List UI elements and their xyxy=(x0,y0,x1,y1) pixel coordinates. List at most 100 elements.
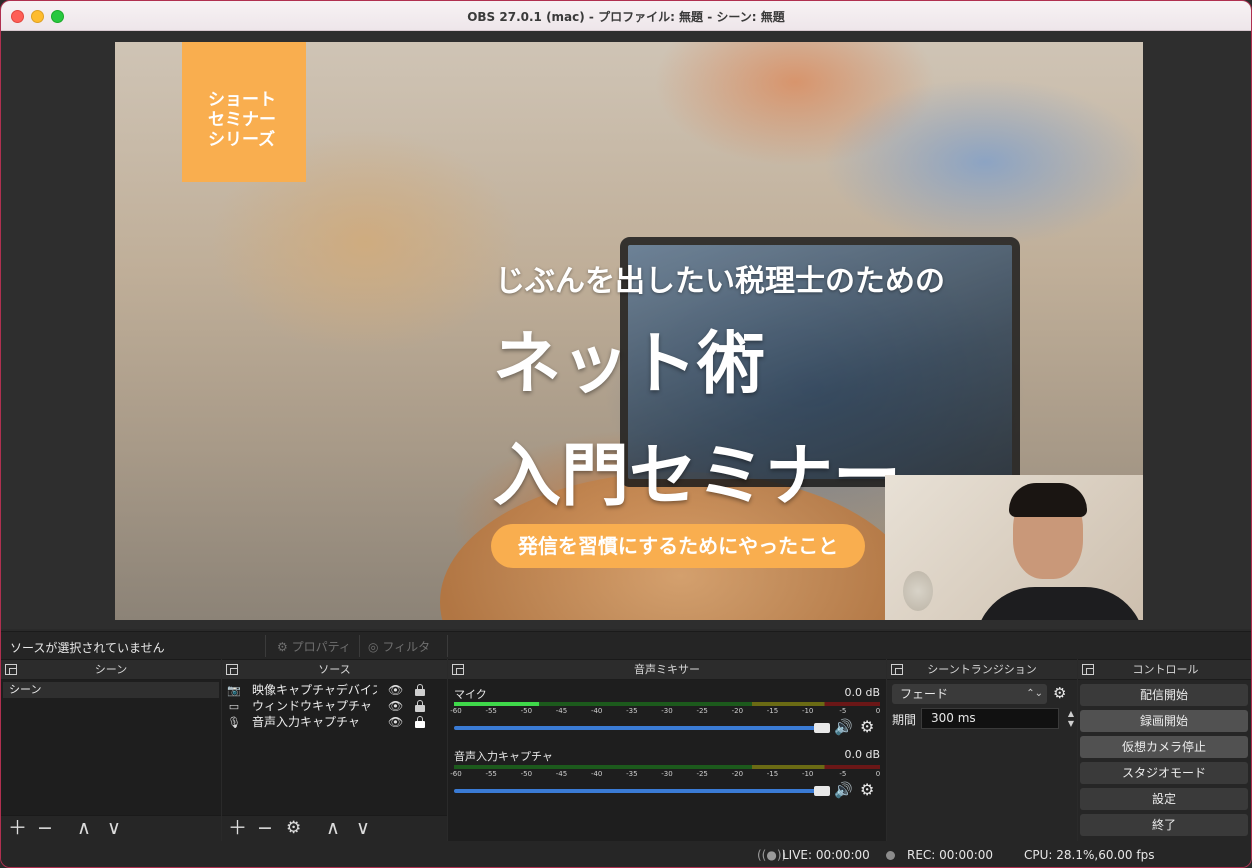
channel-gear-icon[interactable]: ⚙ xyxy=(860,780,874,799)
stop-virtual-camera-button[interactable]: 仮想カメラ停止 xyxy=(1080,736,1248,758)
move-scene-up-button[interactable]: ∧ xyxy=(77,818,91,838)
scenes-list[interactable]: シーン xyxy=(1,680,221,815)
sources-dock: ソース 📷 映像キャプチャデバイス 👁 ▭ ウィンドウキャプチャ 👁 🎙 音声入… xyxy=(222,659,447,841)
meter-tick-label: -60 xyxy=(450,707,462,715)
meter-tick-label: -30 xyxy=(661,707,673,715)
preview-area[interactable]: ショート セミナー シリーズ じぶんを出したい税理士のための ネット術 入門セミ… xyxy=(1,31,1251,629)
add-scene-button[interactable]: ＋ xyxy=(8,818,27,838)
person-shoulders xyxy=(975,587,1143,620)
undock-icon[interactable] xyxy=(1082,664,1094,675)
meter-tick-label: -40 xyxy=(590,770,603,778)
spin-arrows-icon[interactable]: ▲ ▼ xyxy=(1068,709,1074,729)
meter-level xyxy=(454,702,540,706)
start-streaming-button[interactable]: 配信開始 xyxy=(1080,684,1248,706)
filters-button[interactable]: ◎ フィルタ xyxy=(368,638,430,655)
scenes-header: シーン xyxy=(1,660,221,680)
person-hair xyxy=(1009,483,1087,517)
volume-slider-knob[interactable] xyxy=(814,786,830,796)
start-recording-button[interactable]: 録画開始 xyxy=(1080,710,1248,732)
volume-slider-knob[interactable] xyxy=(814,723,830,733)
speaker-icon[interactable]: 🔊 xyxy=(834,781,853,799)
move-source-up-button[interactable]: ∧ xyxy=(326,818,340,838)
slide-title-line1: ネット術 xyxy=(493,325,766,404)
source-name: ウィンドウキャプチャ xyxy=(252,699,372,713)
meter-tick-label: -5 xyxy=(839,770,847,778)
channel-gear-icon[interactable]: ⚙ xyxy=(860,717,874,736)
camera-icon: 📷 xyxy=(227,684,241,697)
meter-tick-label: -40 xyxy=(590,707,603,715)
channel-db: 0.0 dB xyxy=(844,748,880,761)
webcam-overlay xyxy=(885,475,1143,620)
gear-icon: ⚙ xyxy=(277,640,288,654)
transitions-header: シーントランジション xyxy=(887,660,1077,680)
undock-icon[interactable] xyxy=(226,664,238,675)
meter-tick-label: -15 xyxy=(766,770,779,778)
properties-label: プロパティ xyxy=(291,640,351,654)
meter-tick-label: -15 xyxy=(766,707,779,715)
lock-icon[interactable] xyxy=(415,716,425,728)
lock-icon[interactable] xyxy=(415,684,425,696)
status-bar: ((●)) LIVE: 00:00:00 REC: 00:00:00 CPU: … xyxy=(1,841,1251,867)
transition-selected: フェード xyxy=(900,687,949,701)
transitions-body: フェード ⌃⌄ ⚙ 期間 300 ms ▲ ▼ xyxy=(887,680,1077,841)
add-source-button[interactable]: ＋ xyxy=(228,818,247,838)
move-scene-down-button[interactable]: ∨ xyxy=(107,818,121,838)
properties-button[interactable]: ⚙ プロパティ xyxy=(277,638,351,655)
eye-icon[interactable]: 👁 xyxy=(388,682,403,698)
lock-icon[interactable] xyxy=(415,700,425,712)
source-name: 映像キャプチャデバイス xyxy=(252,683,377,697)
program-preview[interactable]: ショート セミナー シリーズ じぶんを出したい税理士のための ネット術 入門セミ… xyxy=(115,42,1143,620)
mic-icon: 🎙 xyxy=(227,716,241,729)
source-item[interactable]: 📷 映像キャプチャデバイス 👁 xyxy=(222,682,447,698)
mixer-header: 音声ミキサー xyxy=(448,660,886,680)
filter-icon: ◎ xyxy=(368,640,379,654)
settings-button[interactable]: 設定 xyxy=(1080,788,1248,810)
rec-timer: REC: 00:00:00 xyxy=(907,848,994,862)
transition-select[interactable]: フェード ⌃⌄ xyxy=(892,684,1047,704)
scene-item[interactable]: シーン xyxy=(3,682,219,698)
move-source-down-button[interactable]: ∨ xyxy=(356,818,370,838)
sources-title: ソース xyxy=(318,663,351,676)
controls-header: コントロール xyxy=(1078,660,1251,680)
meter-tick-label: -20 xyxy=(731,770,744,778)
controls-title: コントロール xyxy=(1132,663,1199,676)
series-badge: ショート セミナー シリーズ xyxy=(182,42,306,182)
slide-headline: じぶんを出したい税理士のための xyxy=(495,264,945,299)
undock-icon[interactable] xyxy=(5,664,17,675)
studio-mode-button[interactable]: スタジオモード xyxy=(1080,762,1248,784)
period-input[interactable]: 300 ms ▲ ▼ xyxy=(921,708,1074,729)
sources-toolbar: ＋ − ⚙ ∧ ∨ xyxy=(222,815,447,841)
remove-scene-button[interactable]: − xyxy=(37,818,53,838)
speaker-icon[interactable]: 🔊 xyxy=(834,718,853,736)
remove-source-button[interactable]: − xyxy=(257,818,273,838)
scenes-dock: シーン シーン ＋ − ∧ ∨ xyxy=(1,659,221,841)
meter-tick-label: -35 xyxy=(626,770,638,778)
sources-list[interactable]: 📷 映像キャプチャデバイス 👁 ▭ ウィンドウキャプチャ 👁 🎙 音声入力キャプ… xyxy=(222,680,447,815)
meter-tick-label: -55 xyxy=(485,707,497,715)
slide-subtitle-pill: 発信を習慣にするためにやったこと xyxy=(491,524,865,568)
eye-icon[interactable]: 👁 xyxy=(388,714,403,730)
volume-meter xyxy=(454,765,880,769)
volume-slider[interactable] xyxy=(454,789,826,793)
divider xyxy=(265,635,266,657)
series-line: ショート xyxy=(208,90,276,110)
meter-scale: -60 -55 -50 -45 -40 -35 -30 -25 -20 -15 -10 -5 0 xyxy=(450,707,880,715)
eye-icon[interactable]: 👁 xyxy=(388,698,403,714)
scene-transitions-dock: シーントランジション フェード ⌃⌄ ⚙ 期間 300 ms ▲ ▼ xyxy=(887,659,1077,841)
meter-tick-label: -45 xyxy=(555,707,568,715)
transitions-title: シーントランジション xyxy=(927,663,1037,676)
source-item[interactable]: 🎙 音声入力キャプチャ 👁 xyxy=(222,714,447,730)
transition-gear-icon[interactable]: ⚙ xyxy=(1053,684,1066,702)
window-icon: ▭ xyxy=(228,700,240,713)
period-label: 期間 xyxy=(892,713,917,727)
source-item[interactable]: ▭ ウィンドウキャプチャ 👁 xyxy=(222,698,447,714)
source-properties-gear-icon[interactable]: ⚙ xyxy=(286,818,301,838)
context-bar: ソースが選択されていません ⚙ プロパティ ◎ フィルタ xyxy=(1,631,1251,659)
volume-slider[interactable] xyxy=(454,726,826,730)
undock-icon[interactable] xyxy=(891,664,903,675)
undock-icon[interactable] xyxy=(452,664,464,675)
scenes-title: シーン xyxy=(94,663,128,676)
exit-button[interactable]: 終了 xyxy=(1080,814,1248,836)
mixer-channels: マイク 0.0 dB -60 -55 -50 -45 -40 -35 -30 -25 -20 -1… xyxy=(448,680,886,841)
sources-header: ソース xyxy=(222,660,447,680)
